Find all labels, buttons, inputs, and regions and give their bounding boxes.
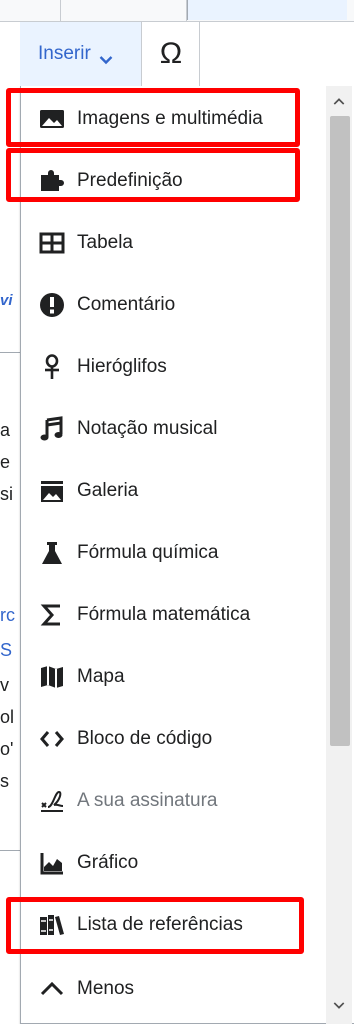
chart-icon bbox=[39, 850, 65, 876]
divider bbox=[199, 22, 200, 86]
menu-item-signature[interactable]: A sua assinatura bbox=[21, 770, 329, 832]
background-text: vi bbox=[0, 292, 13, 309]
menu-item-comment[interactable]: Comentário bbox=[21, 274, 329, 336]
menu-item-label: Predefinição bbox=[77, 170, 183, 191]
menu-item-music-notation[interactable]: Notação musical bbox=[21, 398, 329, 460]
background-text: o' bbox=[0, 739, 14, 759]
scroll-up-arrow-icon[interactable] bbox=[326, 88, 352, 114]
background-text: a bbox=[0, 420, 11, 440]
background-text: s bbox=[0, 771, 9, 791]
insert-dropdown-menu: Imagens e multimédia Predefinição Tabela… bbox=[20, 86, 354, 1024]
scrollbar-thumb[interactable] bbox=[330, 116, 350, 746]
image-icon bbox=[39, 106, 65, 132]
chevron-up-icon bbox=[39, 976, 65, 1002]
alert-icon bbox=[39, 292, 65, 318]
menu-item-code-block[interactable]: Bloco de código bbox=[21, 708, 329, 770]
menu-item-label: Tabela bbox=[77, 232, 133, 253]
background-text: S bbox=[0, 640, 13, 660]
menu-item-references-list[interactable]: Lista de referências bbox=[21, 894, 329, 956]
ankh-icon bbox=[39, 354, 65, 380]
chevron-down-icon bbox=[99, 49, 113, 65]
background-text: si bbox=[0, 484, 13, 504]
menu-item-label: Fórmula química bbox=[77, 542, 219, 563]
menu-item-less[interactable]: Menos bbox=[21, 958, 329, 1020]
menu-item-label: Imagens e multimédia bbox=[77, 108, 263, 129]
map-icon bbox=[39, 664, 65, 690]
menu-scrollbar[interactable] bbox=[326, 86, 352, 1024]
special-characters-button[interactable]: Ω bbox=[143, 22, 199, 86]
insert-menu-button[interactable]: Inserir bbox=[20, 22, 142, 86]
background-text: v bbox=[0, 675, 9, 695]
menu-item-table[interactable]: Tabela bbox=[21, 212, 329, 274]
menu-item-label: Galeria bbox=[77, 480, 139, 501]
editor-screen: Inserir Ω vi a e si rc S v ol o' s Image… bbox=[0, 0, 354, 1024]
background-divider bbox=[0, 352, 20, 353]
menu-item-label: Mapa bbox=[77, 666, 125, 687]
background-text: ol bbox=[0, 707, 15, 727]
menu-item-template[interactable]: Predefinição bbox=[21, 150, 329, 212]
sigma-icon bbox=[39, 602, 65, 628]
menu-item-gallery[interactable]: Galeria bbox=[21, 460, 329, 522]
scroll-down-arrow-icon[interactable] bbox=[326, 992, 352, 1018]
upper-toolbar-strip bbox=[0, 0, 354, 22]
menu-item-label: Notação musical bbox=[77, 418, 218, 439]
menu-item-label: A sua assinatura bbox=[77, 790, 218, 811]
menu-item-label: Comentário bbox=[77, 294, 176, 315]
puzzle-icon bbox=[39, 168, 65, 194]
menu-item-label: Gráfico bbox=[77, 852, 139, 873]
menu-item-chart[interactable]: Gráfico bbox=[21, 832, 329, 894]
background-text: e bbox=[0, 452, 11, 472]
menu-item-math-formula[interactable]: Fórmula matemática bbox=[21, 584, 329, 646]
menu-item-label: Hieróglifos bbox=[77, 356, 167, 377]
divider bbox=[60, 0, 61, 22]
books-icon bbox=[39, 912, 65, 938]
omega-icon: Ω bbox=[159, 37, 183, 70]
code-icon bbox=[39, 726, 65, 752]
menu-item-label: Fórmula matemática bbox=[77, 604, 251, 625]
menu-item-images-media[interactable]: Imagens e multimédia bbox=[21, 88, 329, 150]
music-note-icon bbox=[39, 416, 65, 442]
menu-item-hieroglyphs[interactable]: Hieróglifos bbox=[21, 336, 329, 398]
menu-item-chemical-formula[interactable]: Fórmula química bbox=[21, 522, 329, 584]
menu-item-label: Lista de referências bbox=[77, 914, 243, 935]
background-text: rc bbox=[0, 605, 15, 625]
editor-toolbar: Inserir Ω bbox=[0, 22, 354, 86]
flask-icon bbox=[39, 540, 65, 566]
menu-item-map[interactable]: Mapa bbox=[21, 646, 329, 708]
gallery-icon bbox=[39, 478, 65, 504]
menu-item-label: Menos bbox=[77, 978, 135, 999]
insert-menu-label: Inserir bbox=[38, 43, 91, 64]
upper-field[interactable] bbox=[187, 0, 347, 20]
signature-icon bbox=[39, 788, 65, 814]
menu-item-label: Bloco de código bbox=[77, 728, 213, 749]
table-icon bbox=[39, 230, 65, 256]
